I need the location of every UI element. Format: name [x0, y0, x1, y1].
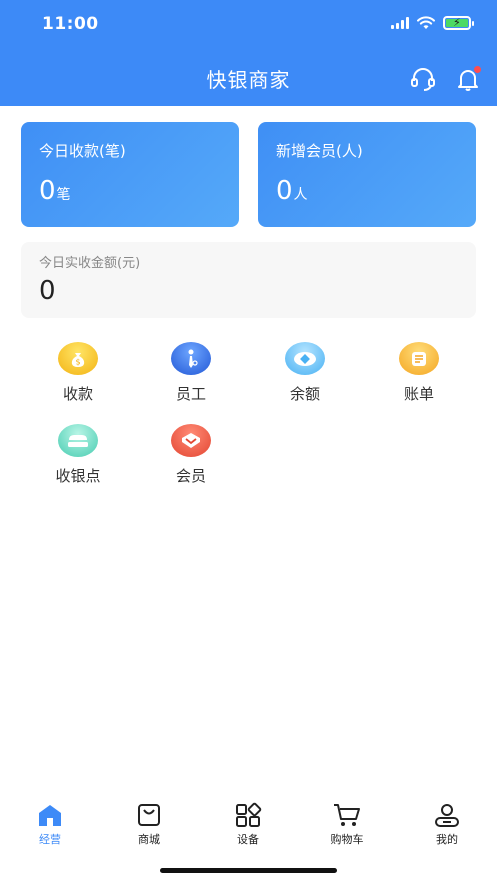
grid-label: 会员: [175, 467, 206, 485]
tab-label: 购物车: [330, 833, 364, 846]
grid-label: 账单: [403, 385, 434, 403]
new-members-card[interactable]: 新增会员(人) 0人: [258, 122, 476, 227]
tab-mall[interactable]: 商城: [109, 802, 189, 847]
tab-label: 我的: [436, 833, 458, 846]
tab-mine[interactable]: 我的: [407, 802, 487, 847]
profile-icon: [435, 804, 459, 827]
tab-devices[interactable]: 设备: [208, 802, 288, 847]
grid-label: 收款: [62, 385, 93, 403]
grid-label: 员工: [175, 385, 206, 403]
today-payments-value: 0笔: [39, 176, 71, 206]
grid-label: 收银点: [55, 467, 101, 485]
battery-icon: ⚡: [443, 16, 474, 30]
tab-label: 经营: [39, 833, 61, 846]
cashier-point-icon: [58, 424, 98, 457]
today-income-value: 0: [39, 276, 56, 306]
new-members-value: 0人: [276, 176, 308, 206]
balance-icon: [285, 342, 325, 375]
home-icon: [39, 805, 61, 826]
today-income-card[interactable]: 今日实收金额(元) 0: [21, 242, 476, 318]
today-payments-unit: 笔: [56, 187, 71, 203]
grid-label: 余额: [289, 385, 320, 403]
grid-item-balance[interactable]: 余额: [260, 342, 350, 412]
bill-icon: [399, 342, 439, 375]
home-indicator[interactable]: [160, 868, 337, 873]
customer-service-button[interactable]: [410, 66, 436, 92]
cellular-signal-icon: [391, 17, 409, 29]
wifi-icon: [417, 16, 435, 29]
notification-dot: [474, 66, 481, 73]
today-income-label: 今日实收金额(元): [39, 256, 141, 271]
member-icon: [171, 424, 211, 457]
grid-item-bill[interactable]: 账单: [374, 342, 464, 412]
today-payments-label: 今日收款(笔): [39, 142, 126, 160]
tab-label: 设备: [237, 833, 259, 846]
tab-label: 商城: [138, 833, 160, 846]
money-bag-icon: $: [58, 342, 98, 375]
status-time: 11:00: [42, 14, 99, 34]
employee-icon: [171, 342, 211, 375]
app-header: 11:00 ⚡ 快银商家: [0, 0, 497, 106]
grid-item-payment[interactable]: $ 收款: [33, 342, 123, 412]
today-payments-card[interactable]: 今日收款(笔) 0笔: [21, 122, 239, 227]
grid-item-cashier-point[interactable]: 收银点: [33, 424, 123, 494]
status-icons: ⚡: [391, 16, 474, 30]
headset-icon: [411, 68, 435, 91]
shopping-bag-icon: [138, 804, 160, 826]
notification-button[interactable]: [455, 66, 481, 92]
grid-apps-icon: [236, 802, 262, 827]
grid-item-member[interactable]: 会员: [146, 424, 236, 494]
new-members-unit: 人: [293, 187, 308, 203]
svg-text:$: $: [75, 357, 80, 366]
tab-cart[interactable]: 购物车: [307, 802, 387, 847]
tab-business[interactable]: 经营: [10, 802, 90, 847]
new-members-label: 新增会员(人): [276, 142, 363, 160]
cart-icon: [334, 804, 360, 826]
grid-item-employee[interactable]: 员工: [146, 342, 236, 412]
